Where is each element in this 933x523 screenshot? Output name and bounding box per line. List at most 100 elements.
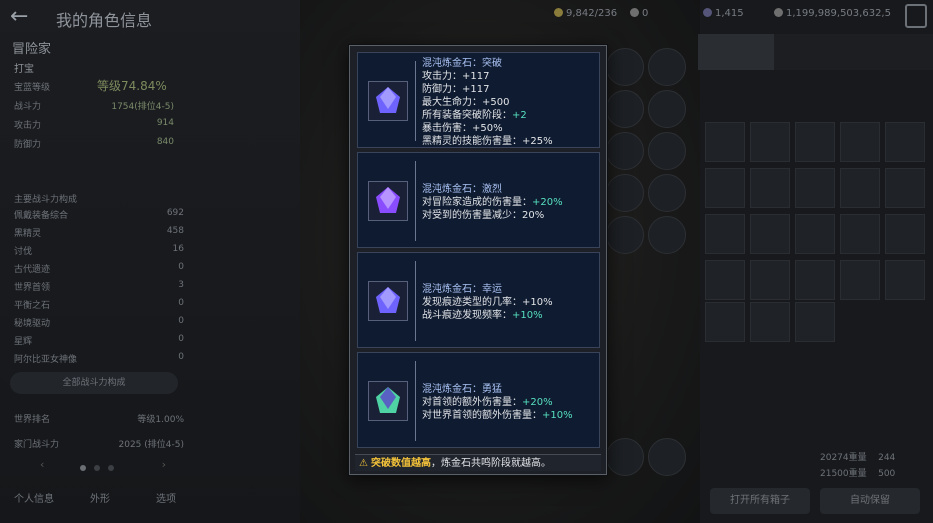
inventory-slot[interactable] (750, 214, 790, 254)
open-all-boxes-button[interactable]: 打开所有箱子 (710, 488, 810, 514)
equip-slot[interactable] (606, 216, 644, 254)
equip-slot[interactable] (648, 90, 686, 128)
effect-line: 对世界首领的额外伤害量：+10% (422, 410, 573, 421)
card-divider (415, 61, 416, 141)
stat-row[interactable]: 讨伐 16 (14, 244, 184, 257)
weight-row: 21500重量 500 (820, 469, 896, 479)
stat-row[interactable]: 世界首领 3 (14, 280, 184, 293)
stat-row[interactable]: 阿尔比亚女神像 0 (14, 352, 184, 365)
inventory-slot[interactable] (795, 214, 835, 254)
alchemy-card: 混沌炼金石：勇猛 对首领的额外伤害量：+20% 对世界首领的额外伤害量：+10% (357, 352, 600, 448)
inventory-slot[interactable] (840, 260, 880, 300)
effect-line: 发现痕迹类型的几率：+10% (422, 297, 553, 308)
card-title: 混沌炼金石：幸运 (422, 284, 502, 295)
tab-inventory[interactable] (698, 34, 774, 70)
info-row: 攻击力 914 (14, 118, 174, 131)
crystal-icon (703, 8, 712, 17)
inventory-slot[interactable] (705, 302, 745, 342)
inventory-slot[interactable] (840, 168, 880, 208)
stat-row[interactable]: 秘境驱动 0 (14, 316, 184, 329)
inventory-tabs (698, 34, 933, 70)
alchemy-stone-tooltip: 混沌炼金石：突破 攻击力：+117 防御力：+117 最大生命力：+500 所有… (349, 45, 607, 475)
world-rank-row: 世界排名 等级1.00% (14, 415, 184, 425)
stat-row[interactable]: 平衡之石 0 (14, 298, 184, 311)
inventory-slot[interactable] (705, 214, 745, 254)
resource-crystal: 1,415 (703, 8, 744, 19)
class-name: 冒险家 (12, 42, 52, 57)
alchemy-card: 混沌炼金石：突破 攻击力：+117 防御力：+117 最大生命力：+500 所有… (357, 52, 600, 148)
card-divider (415, 261, 416, 341)
inventory-slot[interactable] (750, 302, 790, 342)
tab-appearance[interactable]: 外形 (90, 490, 110, 505)
effect-line: 黑精灵的技能伤害量：+25% (422, 136, 553, 147)
info-row: 宝蓝等级 (14, 83, 51, 93)
top-bar: ← 我的角色信息 9,842/236 0 1,415 1,199,989,503… (0, 0, 933, 34)
arrow-left-icon[interactable]: ← (10, 4, 28, 29)
equip-slot[interactable] (648, 438, 686, 476)
equip-slot[interactable] (606, 132, 644, 170)
equip-slot[interactable] (648, 48, 686, 86)
alchemy-stone-icon (368, 181, 408, 221)
stat-row[interactable]: 古代遗迹 0 (14, 262, 184, 275)
effect-line: 对受到的伤害量减少：20% (422, 210, 545, 221)
alchemy-stone-icon (368, 81, 408, 121)
sub-title: 打宝 (14, 64, 34, 75)
stat-row[interactable]: 星辉 0 (14, 334, 184, 347)
inventory-slot[interactable] (840, 214, 880, 254)
card-divider (415, 361, 416, 441)
inventory-slot[interactable] (705, 260, 745, 300)
alchemy-stone-icon (368, 381, 408, 421)
inventory-slot[interactable] (750, 122, 790, 162)
inventory-slot[interactable] (795, 168, 835, 208)
warning-icon: ⚠ (359, 458, 368, 469)
exit-icon[interactable] (905, 4, 927, 28)
effect-line: 对冒险家造成的伤害量：+20% (422, 197, 563, 208)
equip-slot[interactable] (606, 48, 644, 86)
card-divider (415, 161, 416, 241)
effect-line: 所有装备突破阶段：+2 (422, 110, 527, 121)
inventory-slot[interactable] (705, 168, 745, 208)
inventory-slot[interactable] (885, 260, 925, 300)
alchemy-card: 混沌炼金石：激烈 对冒险家造成的伤害量：+20% 对受到的伤害量减少：20% (357, 152, 600, 248)
inventory-slot[interactable] (885, 168, 925, 208)
coin-icon (554, 8, 563, 17)
effect-line: 对首领的额外伤害量：+20% (422, 397, 553, 408)
stat-row[interactable]: 佩戴装备综合 692 (14, 208, 184, 221)
equip-slot[interactable] (606, 438, 644, 476)
alchemy-stone-icon (368, 281, 408, 321)
family-power-row: 家门战斗力 2025 (排位4-5) (14, 440, 184, 450)
alchemy-card: 混沌炼金石：幸运 发现痕迹类型的几率：+10% 战斗痕迹发现频率：+10% (357, 252, 600, 348)
inventory-slot[interactable] (795, 260, 835, 300)
chevron-left-icon[interactable]: ‹ (40, 458, 44, 471)
effect-line: 防御力：+117 (422, 84, 490, 95)
effect-line: 战斗痕迹发现频率：+10% (422, 310, 543, 321)
all-stats-button[interactable]: 全部战斗力构成 (10, 372, 178, 394)
equip-slot[interactable] (606, 90, 644, 128)
inventory-slot[interactable] (795, 122, 835, 162)
inventory-slot[interactable] (885, 214, 925, 254)
pager: ‹ › (40, 458, 170, 472)
stat-row[interactable]: 黑精灵 458 (14, 226, 184, 239)
inventory-slot[interactable] (795, 302, 835, 342)
auto-keep-button[interactable]: 自动保留 (820, 488, 920, 514)
inventory-slot[interactable] (750, 260, 790, 300)
tab-personal-info[interactable]: 个人信息 (14, 490, 54, 505)
resource-coin: 9,842/236 (554, 8, 617, 19)
equip-slot[interactable] (648, 174, 686, 212)
equip-slot[interactable] (648, 216, 686, 254)
inventory-slot[interactable] (885, 122, 925, 162)
equip-slot[interactable] (606, 174, 644, 212)
resource-silver: 1,199,989,503,632,5 (774, 8, 891, 19)
tab-options[interactable]: 选项 (156, 490, 176, 505)
resonance-note: ⚠ 突破数值越高，炼金石共鸣阶段就越高。 (355, 454, 601, 471)
silver-icon (774, 8, 783, 17)
effect-line: 最大生命力：+500 (422, 97, 510, 108)
weight-row: 20274重量 244 (820, 453, 896, 463)
inventory-slot[interactable] (705, 122, 745, 162)
inventory-slot[interactable] (840, 122, 880, 162)
chevron-right-icon[interactable]: › (162, 458, 166, 471)
equip-slot[interactable] (648, 132, 686, 170)
inventory-slot[interactable] (750, 168, 790, 208)
card-title: 混沌炼金石：激烈 (422, 184, 502, 195)
card-title: 混沌炼金石：突破 (422, 58, 502, 69)
